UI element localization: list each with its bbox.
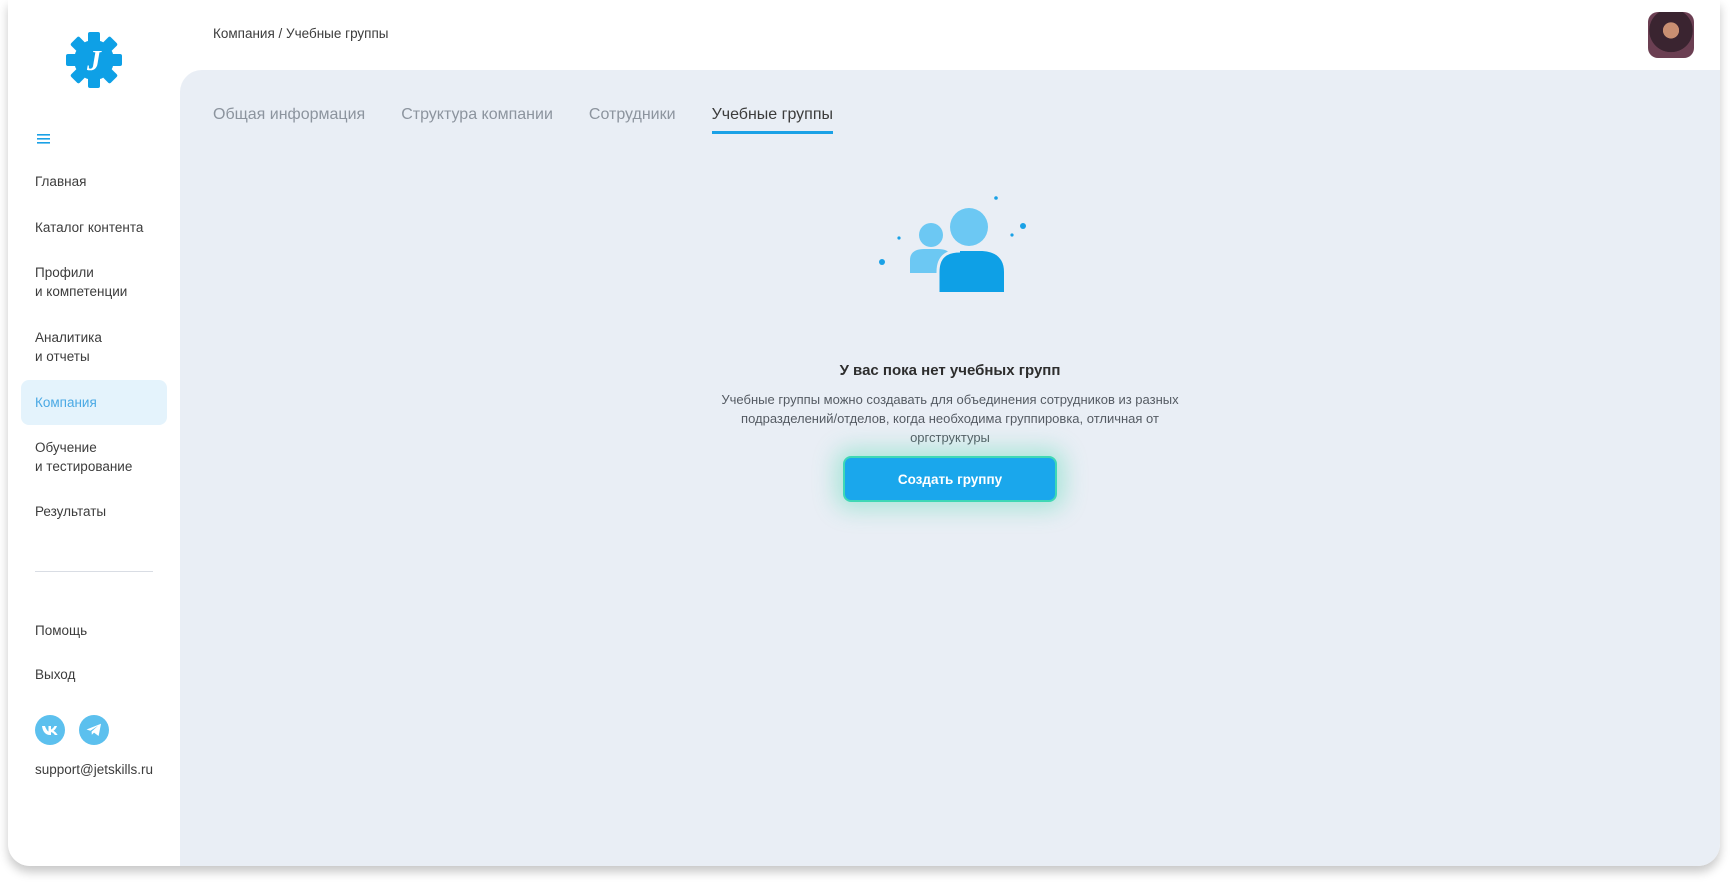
sidebar-item-help[interactable]: Помощь <box>21 621 167 640</box>
tabs: Общая информация Структура компании Сотр… <box>213 106 869 134</box>
users-group-icon <box>879 196 1026 292</box>
sidebar-item-results[interactable]: Результаты <box>21 502 167 521</box>
app-window: J Главная Каталог контента Профили и ком… <box>8 0 1720 866</box>
sidebar-item-home[interactable]: Главная <box>21 172 167 191</box>
sidebar-item-catalog[interactable]: Каталог контента <box>21 218 167 237</box>
logo-letter: J <box>86 46 102 77</box>
logo-gear-icon[interactable]: J <box>64 30 124 90</box>
avatar[interactable] <box>1648 12 1694 58</box>
sidebar-item-company[interactable]: Компания <box>21 380 167 425</box>
support-email[interactable]: support@jetskills.ru <box>35 762 153 777</box>
tab-company-structure[interactable]: Структура компании <box>401 106 553 134</box>
create-group-button[interactable]: Создать группу <box>843 456 1057 502</box>
vk-icon[interactable] <box>35 715 65 745</box>
sidebar-item-training[interactable]: Обучение и тестирование <box>21 438 167 476</box>
empty-state-description: Учебные группы можно создавать для объед… <box>721 392 1179 445</box>
sidebar-item-profiles[interactable]: Профили и компетенции <box>21 263 167 301</box>
tab-employees[interactable]: Сотрудники <box>589 106 676 134</box>
hamburger-menu-icon[interactable] <box>36 132 52 146</box>
sidebar-divider <box>35 571 153 572</box>
empty-state-title: У вас пока нет учебных групп <box>839 362 1061 379</box>
breadcrumb: Компания / Учебные группы <box>213 26 389 41</box>
telegram-icon[interactable] <box>79 715 109 745</box>
main-content: Общая информация Структура компании Сотр… <box>180 70 1720 866</box>
sidebar: J Главная Каталог контента Профили и ком… <box>8 0 180 866</box>
tab-study-groups[interactable]: Учебные группы <box>711 106 834 134</box>
sidebar-item-logout[interactable]: Выход <box>21 665 167 684</box>
sidebar-item-analytics[interactable]: Аналитика и отчеты <box>21 328 167 366</box>
tab-general-info[interactable]: Общая информация <box>213 106 365 134</box>
